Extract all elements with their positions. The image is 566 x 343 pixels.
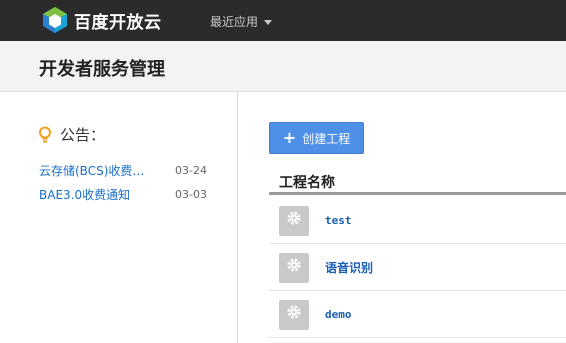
recent-apps-label: 最近应用 bbox=[210, 14, 259, 29]
announcements-label: 公告： bbox=[60, 126, 106, 144]
project-table-header: 工程名称 bbox=[269, 166, 566, 195]
project-thumbnail bbox=[279, 205, 309, 236]
announcements-panel: 公告： 云存储(BCS)收费… 03-24 BAE3.0收费通知 03-03 bbox=[0, 92, 238, 343]
lightbulb-icon bbox=[39, 126, 51, 142]
logo-text: 百度开放云 bbox=[74, 12, 162, 33]
baidu-cloud-logo-icon bbox=[43, 7, 67, 33]
announcement-date: 03-03 bbox=[175, 187, 207, 201]
gear-icon bbox=[287, 305, 301, 318]
project-thumbnail bbox=[279, 299, 309, 330]
page-title: 开发者服务管理 bbox=[39, 59, 165, 80]
list-item: BAE3.0收费通知 03-03 bbox=[39, 182, 229, 206]
announcement-list: 云存储(BCS)收费… 03-24 BAE3.0收费通知 03-03 bbox=[39, 158, 229, 206]
announcement-link[interactable]: BAE3.0收费通知 bbox=[39, 186, 130, 203]
announcements-header: 公告： bbox=[38, 124, 105, 145]
announcement-link[interactable]: 云存储(BCS)收费… bbox=[39, 162, 144, 179]
gear-icon bbox=[287, 258, 301, 271]
create-project-label: 创建工程 bbox=[302, 131, 351, 146]
column-header-project-name: 工程名称 bbox=[279, 175, 335, 191]
chevron-down-icon bbox=[264, 19, 273, 25]
create-project-button[interactable]: + 创建工程 bbox=[269, 122, 364, 154]
baidu-cloud-logo[interactable]: 百度开放云 bbox=[40, 6, 180, 34]
project-thumbnail bbox=[279, 252, 309, 283]
project-name-link[interactable]: test bbox=[325, 214, 352, 227]
table-row[interactable]: demo bbox=[269, 292, 566, 338]
gear-icon bbox=[287, 211, 301, 224]
table-row[interactable]: test bbox=[269, 198, 566, 244]
list-item: 云存储(BCS)收费… 03-24 bbox=[39, 158, 229, 182]
announcement-date: 03-24 bbox=[175, 163, 207, 177]
table-row[interactable]: 语音识别 bbox=[269, 245, 566, 291]
plus-icon: + bbox=[282, 128, 297, 147]
project-name-link[interactable]: demo bbox=[325, 308, 352, 321]
page-header: 开发者服务管理 bbox=[0, 41, 566, 92]
recent-apps-dropdown[interactable]: 最近应用 bbox=[210, 12, 273, 30]
project-name-link[interactable]: 语音识别 bbox=[325, 259, 373, 276]
top-navigation-bar: 百度开放云 最近应用 bbox=[0, 0, 566, 41]
